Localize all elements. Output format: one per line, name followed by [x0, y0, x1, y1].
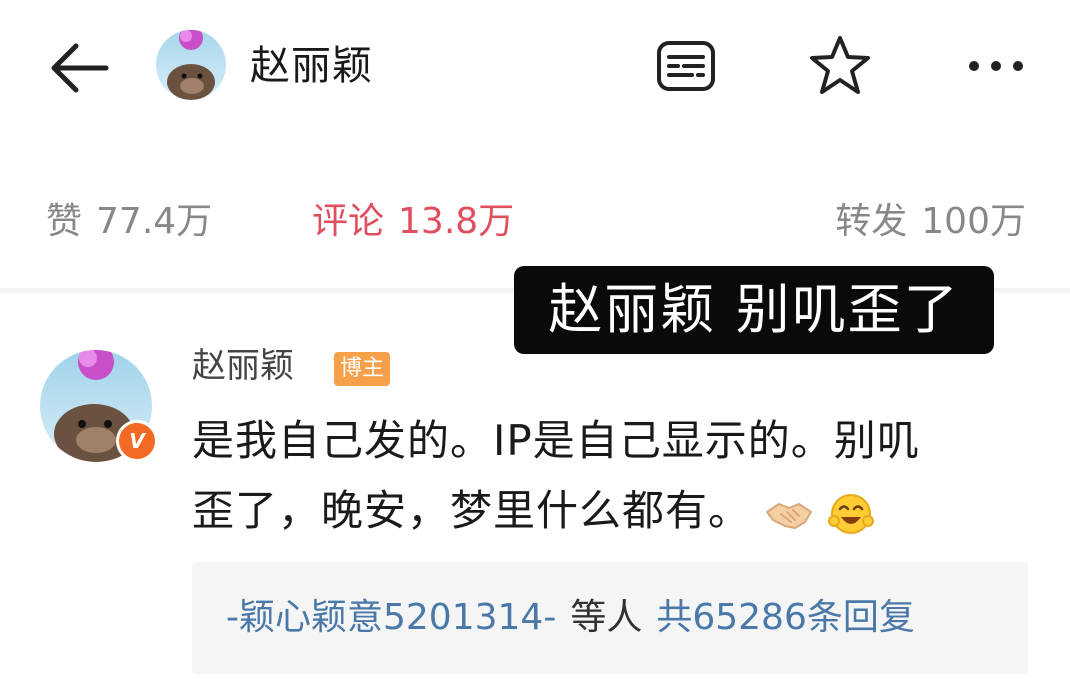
reply-count-link[interactable]: 共65286条回复 — [656, 597, 915, 638]
reposts-label: 转发 — [835, 201, 908, 242]
tab-comments[interactable]: 评论 13.8万 — [312, 192, 514, 252]
comment-user-name[interactable]: 赵丽颖 — [192, 338, 294, 394]
star-outline-icon[interactable] — [808, 34, 872, 96]
otter-avatar-icon — [156, 30, 226, 100]
comments-label: 评论 — [312, 201, 385, 242]
author-badge: 博主 — [334, 352, 391, 386]
top-bar: 赵丽颖 — [0, 0, 1070, 140]
verified-badge: V — [116, 420, 158, 462]
likes-count: 77.4万 — [96, 201, 213, 242]
reply-middle-text: 等人 — [570, 597, 643, 638]
comment-text: 是我自己发的。IP是自己显示的。别叽 歪了，晚安，梦里什么都有。 — [192, 406, 1022, 546]
replies-summary[interactable]: -颖心颖意5201314- 等人 共65286条回复 — [226, 590, 915, 646]
laughing-face-icon — [827, 493, 874, 534]
header-user-name[interactable]: 赵丽颖 — [250, 36, 373, 96]
comment-text-line-2-text: 歪了，晚安，梦里什么都有。 — [192, 486, 752, 535]
likes-label: 赞 — [46, 201, 83, 242]
comment-text-line-1: 是我自己发的。IP是自己显示的。别叽 — [192, 416, 920, 465]
more-dots-icon[interactable] — [966, 56, 1026, 76]
replies-preview[interactable]: -颖心颖意5201314- 等人 共65286条回复 — [192, 562, 1028, 674]
handshake-icon — [766, 502, 813, 529]
reposts-count: 100万 — [921, 201, 1026, 242]
arrow-left-icon[interactable] — [46, 40, 112, 96]
tab-reposts[interactable]: 转发 100万 — [835, 192, 1026, 252]
comments-count: 13.8万 — [398, 201, 515, 242]
caption-overlay: 赵丽颖 别叽歪了 — [514, 266, 994, 354]
reader-mode-icon[interactable] — [656, 40, 716, 92]
comment-text-line-2: 歪了，晚安，梦里什么都有。 — [192, 476, 1022, 546]
tab-likes[interactable]: 赞 77.4万 — [46, 192, 212, 252]
reply-user-link[interactable]: -颖心颖意5201314- — [226, 597, 556, 638]
header-avatar[interactable] — [156, 30, 226, 100]
